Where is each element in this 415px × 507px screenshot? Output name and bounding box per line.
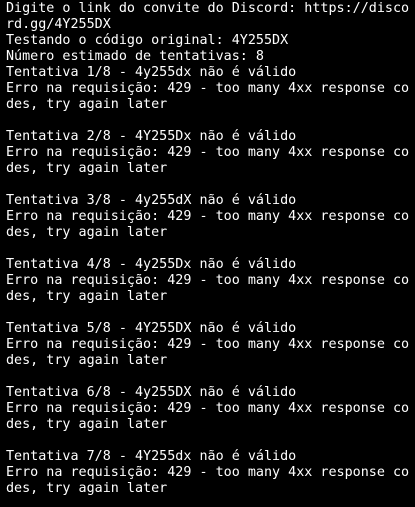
terminal-line: Erro na requisição: 429 - too many 4xx r…	[6, 81, 410, 96]
terminal-line: des, try again later	[6, 97, 168, 112]
terminal-line: des, try again later	[6, 353, 168, 368]
terminal-line: des, try again later	[6, 225, 168, 240]
terminal-line: Erro na requisição: 429 - too many 4xx r…	[6, 209, 410, 224]
terminal-line: Erro na requisição: 429 - too many 4xx r…	[6, 465, 410, 480]
terminal-line: des, try again later	[6, 481, 168, 496]
terminal-line: Número estimado de tentativas: 8	[6, 49, 264, 64]
terminal-line: Tentativa 6/8 - 4y255DX não é válido	[6, 385, 297, 400]
terminal-line: des, try again later	[6, 417, 168, 432]
terminal-output: Digite o link do convite do Discord: htt…	[0, 0, 415, 507]
terminal-line: Testando o código original: 4Y255DX	[6, 33, 289, 48]
terminal-line: Tentativa 2/8 - 4Y255Dx não é válido	[6, 129, 297, 144]
terminal-line: Erro na requisição: 429 - too many 4xx r…	[6, 273, 410, 288]
terminal-line: des, try again later	[6, 289, 168, 304]
terminal-line: Tentativa 5/8 - 4Y255DX não é válido	[6, 321, 297, 336]
terminal-line: Tentativa 1/8 - 4y255dx não é válido	[6, 65, 297, 80]
terminal-line: Tentativa 7/8 - 4Y255dx não é válido	[6, 449, 297, 464]
terminal-line: des, try again later	[6, 161, 168, 176]
terminal-line: Tentativa 4/8 - 4y255Dx não é válido	[6, 257, 297, 272]
terminal-line: Tentativa 3/8 - 4y255dX não é válido	[6, 193, 297, 208]
terminal-line: rd.gg/4Y255DX	[6, 17, 111, 32]
terminal-line: Erro na requisição: 429 - too many 4xx r…	[6, 145, 410, 160]
terminal-line: Digite o link do convite do Discord: htt…	[6, 1, 410, 16]
terminal-line: Erro na requisição: 429 - too many 4xx r…	[6, 401, 410, 416]
terminal-line: Erro na requisição: 429 - too many 4xx r…	[6, 337, 410, 352]
